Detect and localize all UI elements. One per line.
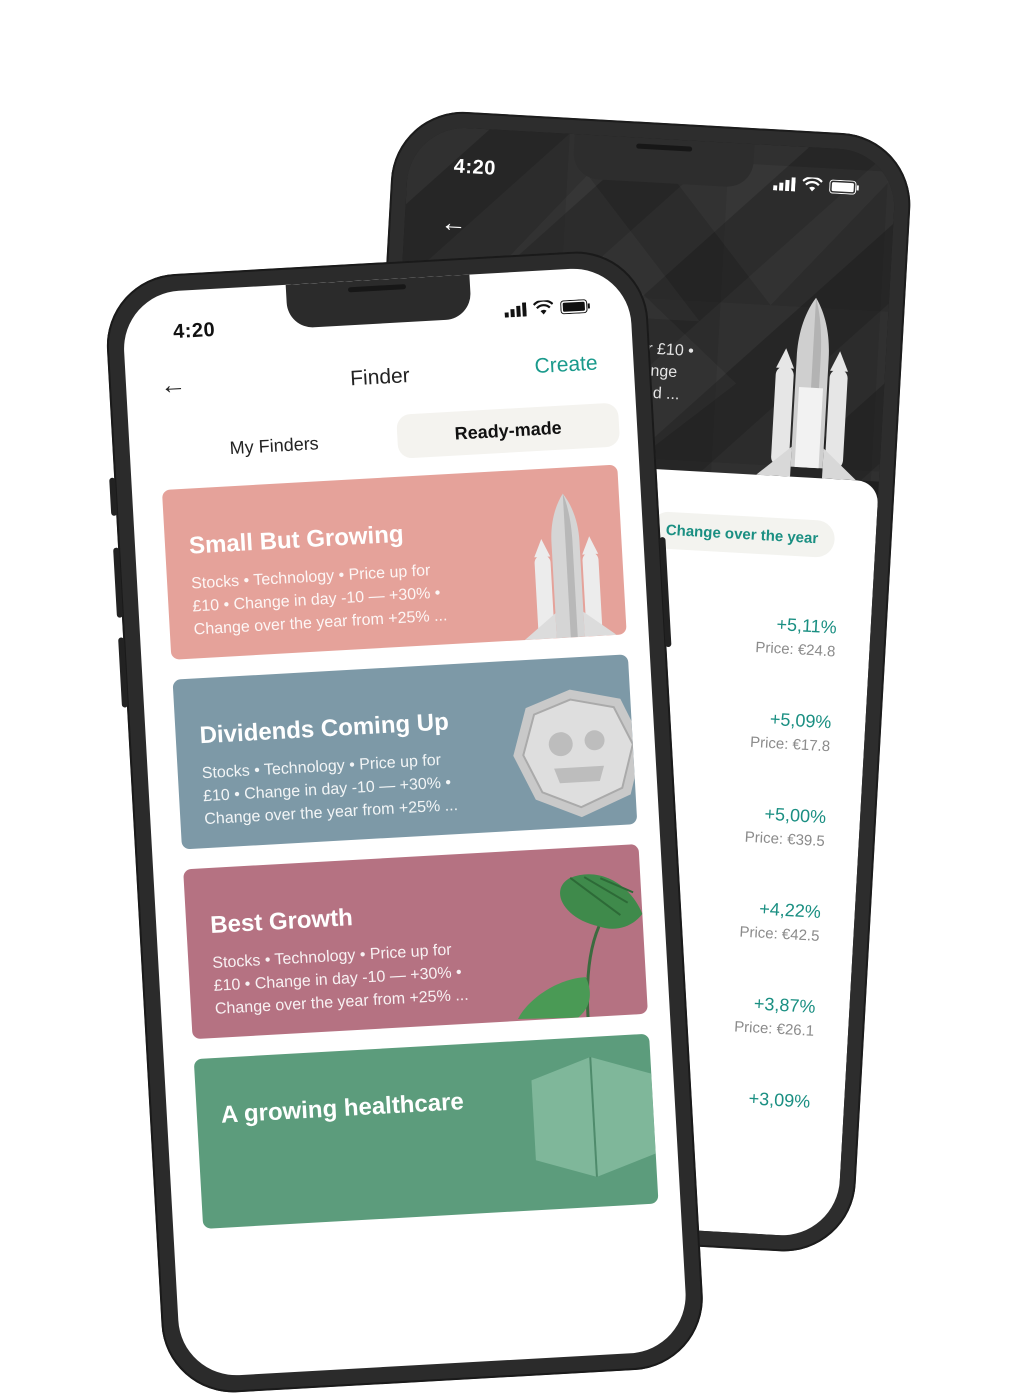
stock-row[interactable]: +3,09% [748, 1088, 811, 1117]
volume-down-button [118, 637, 129, 708]
battery-icon [829, 179, 860, 200]
finder-card-small-but-growing[interactable]: Small But Growing Stocks • Technology • … [161, 464, 627, 660]
card-description: Stocks • Technology • Price up for £10 •… [201, 746, 494, 831]
box-image [509, 1034, 658, 1217]
mute-switch [109, 477, 118, 516]
plant-image [499, 844, 648, 1027]
card-description: Stocks • Technology • Price up for £10 •… [191, 556, 484, 641]
coin-image [498, 654, 638, 836]
card-title: Small But Growing [188, 520, 405, 560]
back-arrow-icon[interactable]: ← [440, 207, 468, 239]
tab-ready-made[interactable]: Ready-made [396, 402, 621, 459]
stock-row[interactable]: +4,22% Price: €42.5 [739, 898, 821, 945]
stock-row[interactable]: +5,11% Price: €24.8 [755, 613, 837, 660]
signal-icon [773, 176, 796, 196]
stock-row[interactable]: +5,00% Price: €39.5 [744, 803, 826, 850]
card-title: A growing healthcare [220, 1088, 465, 1129]
create-button[interactable]: Create [534, 352, 598, 379]
front-phone: 4:20 ← Finder Create My Finders Ready-ma… [103, 247, 707, 1397]
notch [285, 274, 472, 329]
stock-change: +5,09% [769, 708, 832, 733]
wifi-icon [532, 299, 554, 321]
rocket-image [746, 294, 876, 485]
status-icons [504, 298, 591, 323]
wifi-icon [802, 176, 823, 198]
battery-icon [560, 298, 591, 319]
status-time: 4:20 [172, 318, 216, 344]
finder-card-best-growth[interactable]: Best Growth Stocks • Technology • Price … [183, 843, 648, 1040]
finder-card-growing-healthcare[interactable]: A growing healthcare [193, 1033, 659, 1229]
stock-row[interactable]: +5,09% Price: €17.8 [750, 708, 832, 755]
tab-my-finders[interactable]: My Finders [229, 433, 319, 459]
rocket-image [497, 465, 626, 646]
signal-icon [504, 301, 527, 322]
stock-row[interactable]: +3,87% Price: €26.1 [734, 992, 816, 1039]
status-time: 4:20 [453, 155, 497, 180]
card-title: Dividends Coming Up [198, 708, 450, 750]
front-phone-screen: 4:20 ← Finder Create My Finders Ready-ma… [120, 265, 689, 1379]
stock-change: +4,22% [758, 898, 822, 923]
finder-card-dividends-coming-up[interactable]: Dividends Coming Up Stocks • Technology … [172, 654, 638, 850]
stock-change: +5,11% [776, 614, 838, 638]
volume-up-button [113, 547, 123, 618]
card-description: Stocks • Technology • Price up for £10 •… [212, 936, 505, 1021]
stock-change: +3,87% [753, 993, 817, 1017]
stock-change: +5,00% [764, 803, 827, 828]
card-title: Best Growth [209, 904, 354, 939]
